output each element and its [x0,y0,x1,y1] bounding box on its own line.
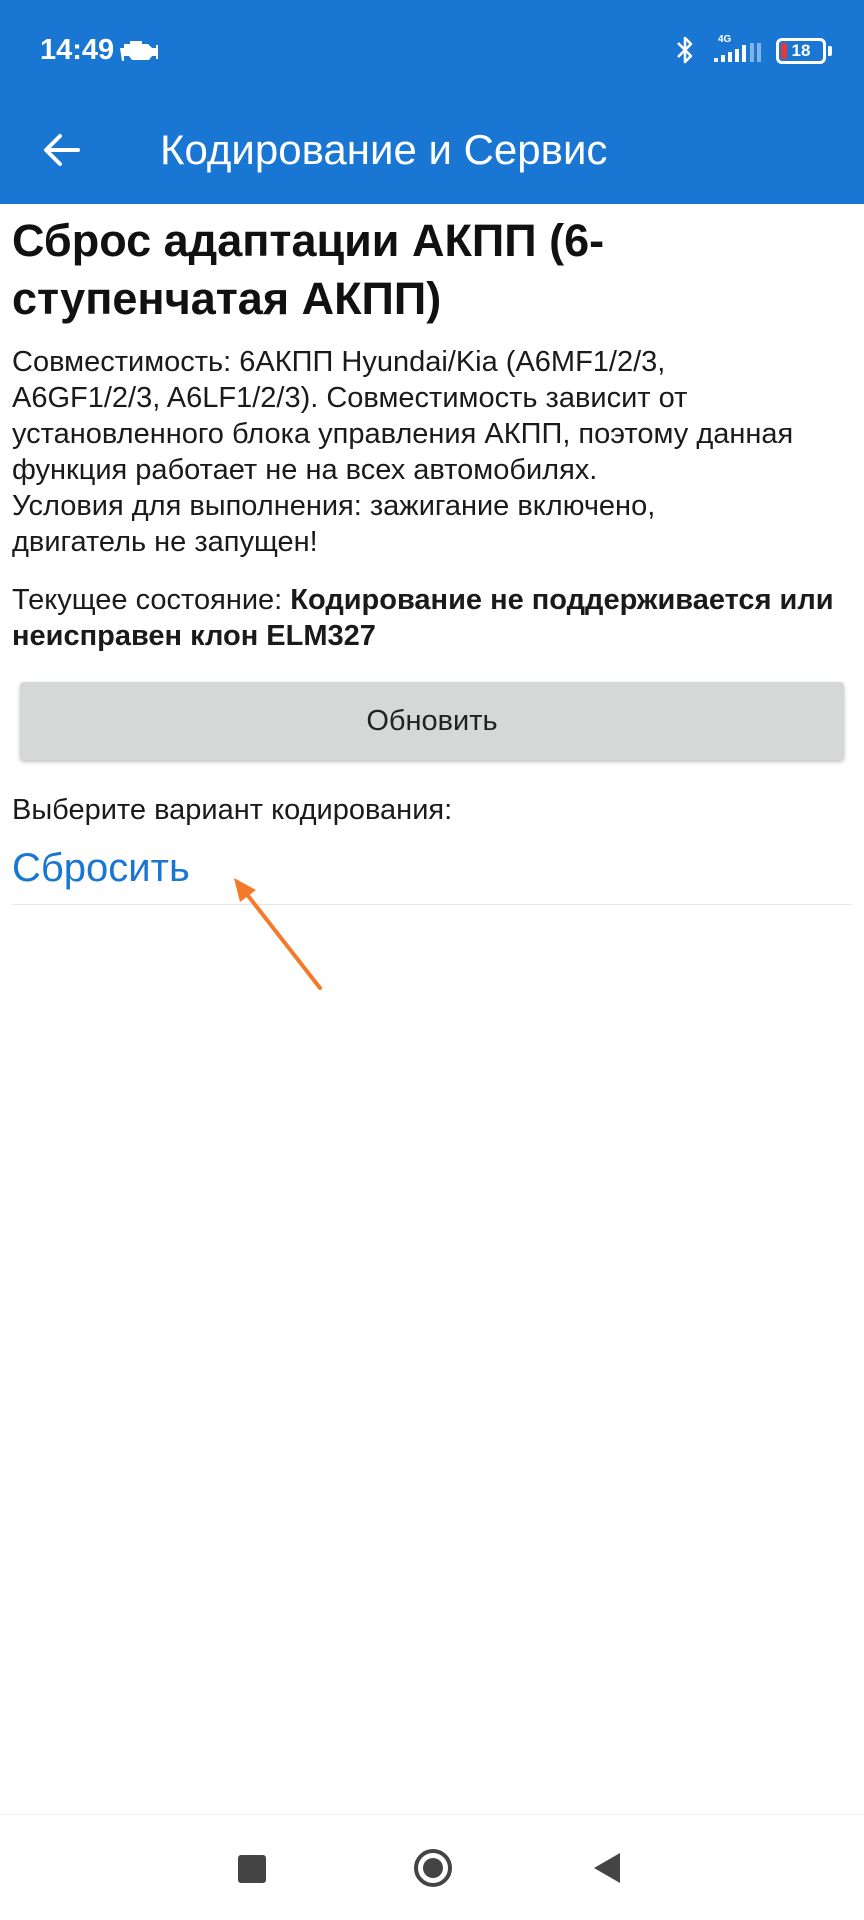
description-line: A6GF1/2/3, A6LF1/2/3). Совместимость зав… [12,382,688,414]
battery-level: 18 [791,41,811,60]
description-line: Условия для выполнения: зажигание включе… [12,490,656,522]
status-bar: 14:49 4G 18 [0,0,864,100]
description-line: функция работает не на всех автомобилях. [12,454,598,486]
state-label: Текущее состояние: [12,584,291,616]
reset-option[interactable]: Сбросить [12,842,190,894]
current-state: Текущее состояние: Кодирование не поддер… [12,582,852,654]
system-nav-bar [0,1814,864,1920]
battery-icon: 18 [776,38,826,64]
description: Совместимость: 6АКПП Hyundai/Kia (A6MF1/… [12,344,852,560]
description-line: установленного блока управления АКПП, по… [12,418,794,450]
description-line: двигатель не запущен! [12,526,318,558]
signal-icon [714,42,762,69]
refresh-button[interactable]: Обновить [20,682,844,760]
check-engine-icon [118,38,160,69]
app-bar: Кодирование и Сервис [0,100,864,204]
status-time: 14:49 [40,34,115,66]
battery-tip [828,46,832,56]
home-circle-icon[interactable] [414,1849,452,1887]
recents-square-icon[interactable] [238,1855,266,1883]
home-dot [423,1858,443,1878]
arrow-left-icon [44,134,80,166]
back-button[interactable] [30,118,94,182]
back-triangle-icon[interactable] [594,1853,620,1883]
bluetooth-icon [674,34,696,71]
choose-coding-label: Выберите вариант кодирования: [12,794,453,826]
annotation-arrow-icon [220,870,330,995]
option-divider [12,904,852,905]
app-title: Кодирование и Сервис [160,126,608,173]
page-title: Сброс адаптации АКПП (6-ступенчатая АКПП… [12,215,605,324]
description-line: Совместимость: 6АКПП Hyundai/Kia (A6MF1/… [12,346,666,378]
content-area: Сброс адаптации АКПП (6-ступенчатая АКПП… [12,212,852,654]
